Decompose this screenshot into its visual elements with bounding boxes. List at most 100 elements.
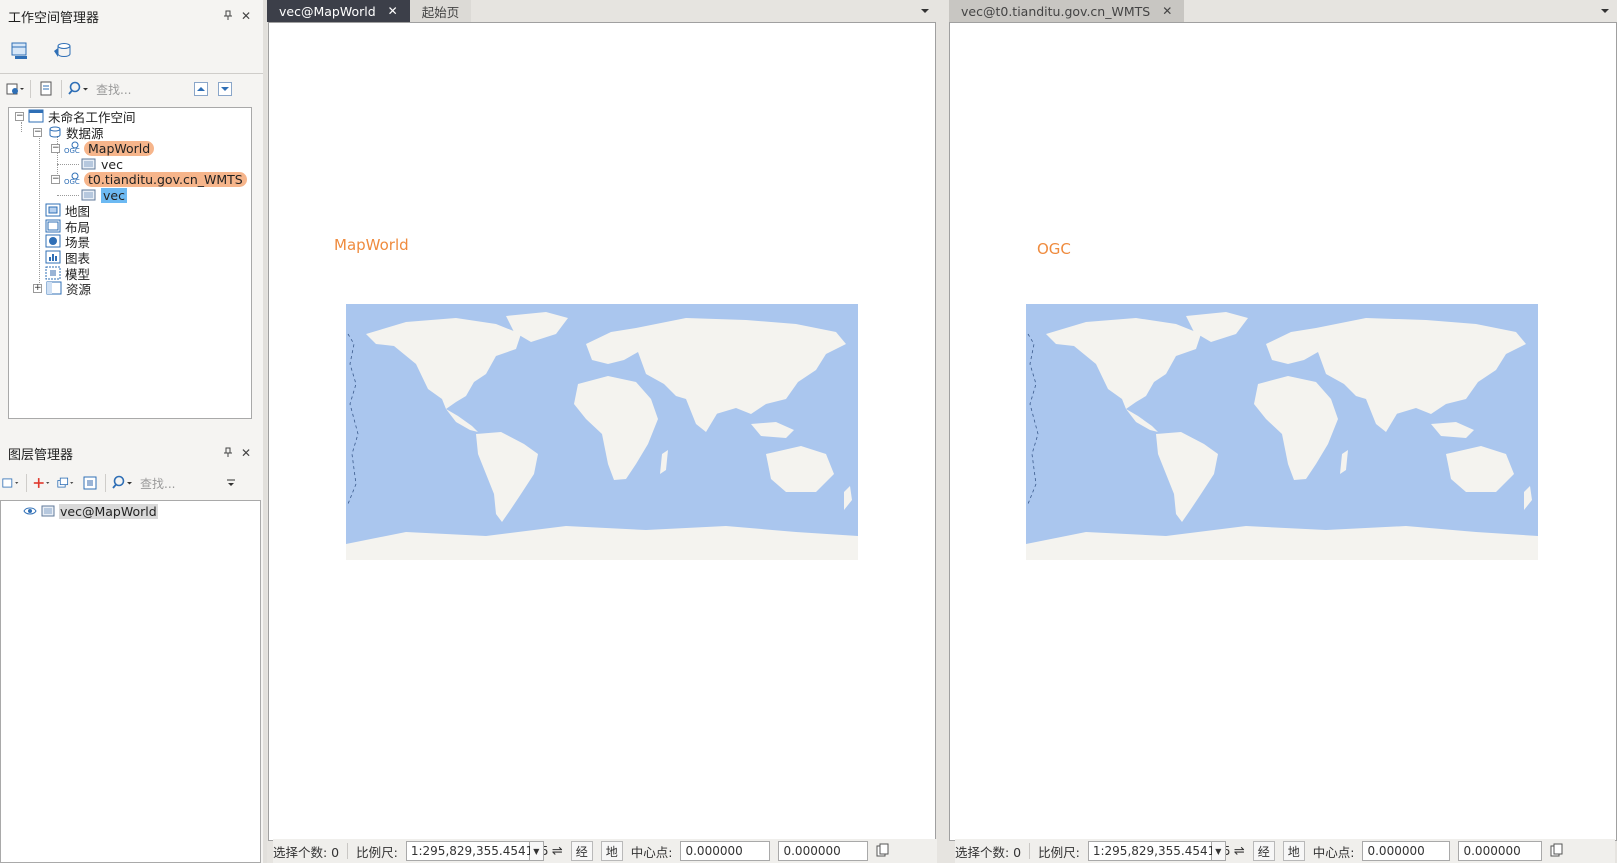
workspace-tree-icon[interactable] [10,41,30,64]
collapse-icon[interactable]: − [33,127,42,137]
scene-icon [45,234,61,248]
map-window-tianditu: vec@t0.tianditu.gov.cn_WMTS ✕ OGC 选择个数: … [949,0,1617,863]
collapse-icon[interactable]: − [15,111,24,121]
lon-lat-button[interactable]: 经 [570,841,593,861]
collapse-icon[interactable]: − [51,174,60,184]
svg-text:OGC: OGC [64,178,80,186]
map-canvas[interactable]: OGC [949,22,1617,841]
raster-layer-icon [41,505,55,517]
layer-list: vec@MapWorld [0,500,261,863]
center-y-input[interactable]: 0.000000 [1458,841,1543,861]
scale-input[interactable]: 1:295,829,355.454155 [1087,841,1231,861]
close-tab-button[interactable]: ✕ [388,4,398,18]
map-coords-button[interactable]: 地 [600,841,623,861]
toolbar-separator [30,80,31,98]
toolbar-separator [105,474,106,492]
tree-label: 资源 [66,281,92,297]
layer-style-icon[interactable] [2,474,20,492]
expand-icon[interactable]: + [33,283,42,293]
tab-bar: vec@t0.tianditu.gov.cn_WMTS ✕ [949,0,1617,22]
tree-node-datasource-tianditu[interactable]: − OGC t0.tianditu.gov.cn_WMTS [51,171,247,187]
layer-item[interactable]: vec@MapWorld [23,503,158,519]
tab-label: 起始页 [421,4,460,20]
ogc-icon: OGC [64,172,80,186]
layer-toolbar: 查找... [0,469,263,497]
chevron-down-icon[interactable]: ▼ [529,841,544,861]
scale-label: 比例尺: [1038,844,1080,860]
toolbar-separator [61,80,62,98]
toolbar-separator [26,474,27,492]
svg-text:OGC: OGC [64,147,80,155]
tab-vec-tianditu[interactable]: vec@t0.tianditu.gov.cn_WMTS ✕ [949,0,1185,22]
world-map-image [345,303,859,561]
tab-bar: vec@MapWorld ✕ 起始页 [267,0,937,22]
open-file-icon[interactable] [37,80,55,98]
scale-combo[interactable]: 1:295,829,355.454155 ▼ [1087,841,1231,861]
close-workspace-button[interactable]: ✕ [237,9,255,23]
workspace-tree: − 未命名工作空间 − 数据源 − OGC MapWorld vec − OGC… [8,107,252,419]
pin-icon[interactable] [219,9,237,23]
tree-guide [57,164,79,165]
toolbar-overflow-icon[interactable] [226,474,236,492]
swap-icon[interactable]: ⇌ [552,844,563,859]
move-up-icon[interactable] [192,80,210,98]
workspace-manager-title: 工作空间管理器 [8,10,100,26]
panel-splitter[interactable] [937,0,949,863]
center-label: 中心点: [630,844,673,860]
tree-label: MapWorld [84,140,155,156]
tree-guide [57,195,79,196]
tree-node-datasources[interactable]: − 数据源 [33,124,104,141]
layer-properties-icon[interactable] [81,474,99,492]
map-canvas[interactable]: MapWorld [268,22,936,841]
chevron-down-icon[interactable]: ▼ [1211,841,1226,861]
map-text-label: OGC [1037,240,1071,258]
tab-vec-mapworld[interactable]: vec@MapWorld ✕ [267,0,410,22]
copy-icon[interactable] [876,843,890,860]
world-map-image [1025,303,1539,561]
center-y-input[interactable]: 0.000000 [778,841,869,861]
chart-icon [45,250,61,264]
view-options-icon[interactable] [6,80,24,98]
tree-node-datasource-mapworld[interactable]: − OGC MapWorld [51,140,155,156]
selected-count: 选择个数: 0 [955,844,1022,860]
map-text-label: MapWorld [334,236,409,254]
workspace-search[interactable]: 查找... [68,81,186,98]
layer-label: vec@MapWorld [59,503,158,519]
workspace-toolbar: 查找... [0,74,263,104]
swap-icon[interactable]: ⇌ [1234,844,1245,859]
scale-combo[interactable]: 1:295,829,355.454155 ▼ [405,841,549,861]
collapse-icon[interactable]: − [51,143,60,153]
layer-search[interactable]: 查找... [112,475,220,492]
copy-icon[interactable] [1550,843,1564,860]
workspace-view-switcher [0,32,263,74]
tab-label: vec@MapWorld [279,3,376,19]
datasource-view-icon[interactable] [52,41,72,64]
selected-count: 选择个数: 0 [273,844,340,860]
center-x-input[interactable]: 0.000000 [680,841,771,861]
map-coords-button[interactable]: 地 [1282,841,1305,861]
status-bar: 选择个数: 0 比例尺: 1:295,829,355.454155 ▼ ⇌ 经 … [273,839,937,863]
search-icon [112,475,132,489]
close-layer-manager-button[interactable]: ✕ [237,446,255,460]
layout-icon [45,219,61,233]
tab-start-page[interactable]: 起始页 [409,0,472,22]
visible-eye-icon[interactable] [23,505,37,517]
workspace-search-input[interactable]: 查找... [96,81,186,98]
add-layer-icon[interactable] [33,474,51,492]
search-icon [68,81,88,95]
layer-search-input[interactable]: 查找... [140,475,220,492]
tab-list-dropdown-icon[interactable] [913,0,937,22]
map-icon [45,203,61,217]
tree-node-dataset-vec[interactable]: vec [81,156,123,172]
move-down-icon[interactable] [216,80,234,98]
scale-input[interactable]: 1:295,829,355.454155 [405,841,549,861]
tree-node-resources[interactable]: + 资源 [33,280,92,297]
pin-icon[interactable] [219,446,237,460]
tree-guide [39,136,40,289]
close-tab-button[interactable]: ✕ [1162,4,1172,18]
map-window-mapworld: vec@MapWorld ✕ 起始页 MapWorld 选择个数: 0 比例尺:… [267,0,937,863]
layer-group-icon[interactable] [57,474,75,492]
center-x-input[interactable]: 0.000000 [1362,841,1451,861]
tab-list-dropdown-icon[interactable] [1593,0,1617,22]
lon-lat-button[interactable]: 经 [1252,841,1275,861]
